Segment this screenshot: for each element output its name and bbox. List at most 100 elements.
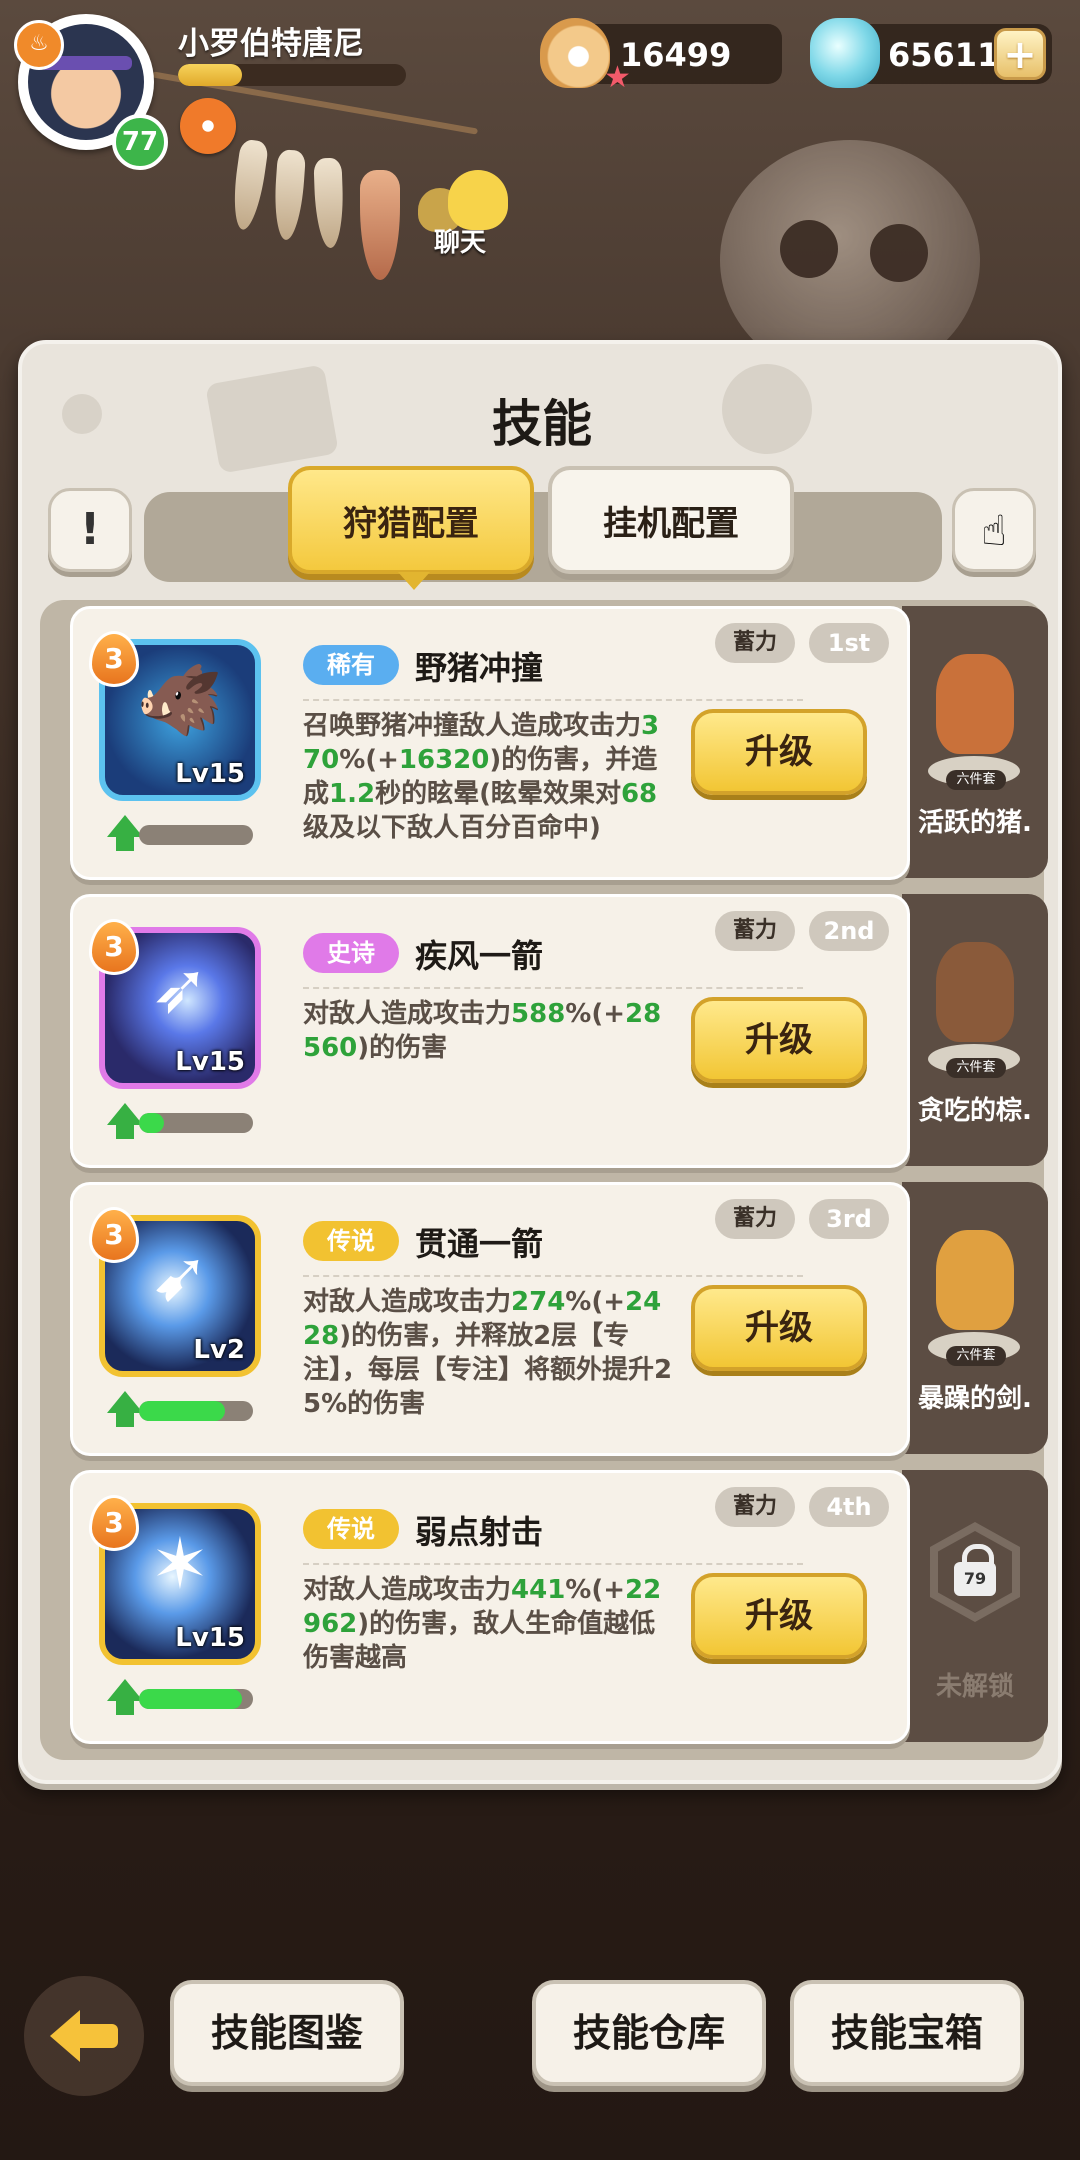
- player-name: 小罗伯特唐尼: [178, 26, 364, 62]
- skill-card[interactable]: ➹ Lv2 3 传说 贯通一箭 蓄力 3rd 对敌人造成攻击力274%(+2428)的伤害，并…: [70, 1182, 910, 1456]
- divider: [303, 987, 803, 989]
- tab-hunt-config[interactable]: 狩猎配置: [288, 466, 534, 590]
- rarity-badge: 传说: [303, 1509, 399, 1549]
- companion-figure: 六件套: [918, 1212, 1030, 1366]
- up-arrow-icon: [107, 1679, 143, 1701]
- desc-number: 16320: [398, 745, 490, 775]
- desc-text: 级及以下敌人百分百命中): [303, 813, 601, 843]
- skill-name: 疾风一箭: [415, 937, 544, 975]
- desc-text: )的伤害，并释放2层【专注】，每层【专注】将额外提升25%的伤害: [303, 1321, 673, 1419]
- skills-panel: 技能 ! 狩猎配置 挂机配置 ☝ 六件套 活跃的猪. 🐗 Lv15 3 稀有 野猪冲撞 蓄力 1…: [18, 340, 1062, 1784]
- up-arrow-stem: [116, 1699, 134, 1715]
- skill-level: Lv15: [175, 759, 245, 789]
- desc-number: 274: [511, 1287, 566, 1317]
- upgrade-button[interactable]: 升级: [691, 997, 867, 1083]
- plus-icon[interactable]: +: [994, 28, 1046, 80]
- skull-eye: [870, 224, 928, 282]
- rarity-badge: 史诗: [303, 933, 399, 973]
- upgrade-button[interactable]: 升级: [691, 709, 867, 795]
- upgrade-progress-bar: [139, 1689, 253, 1709]
- desc-text: 对敌人造成攻击力: [303, 1575, 512, 1605]
- desc-text: 秒的眩晕(眩晕效果对: [375, 779, 621, 809]
- rarity-badge: 稀有: [303, 645, 399, 685]
- upgrade-progress-bar: [139, 1113, 253, 1133]
- skill-codex-button[interactable]: 技能图鉴: [170, 1980, 404, 2086]
- desc-text: )的伤害: [357, 1033, 448, 1063]
- desc-text: 对敌人造成攻击力: [303, 1287, 512, 1317]
- upgrade-button[interactable]: 升级: [691, 1285, 867, 1371]
- charge-tag: 蓄力: [715, 1199, 795, 1239]
- figure-body: [936, 1230, 1014, 1330]
- companion-slot[interactable]: 六件套暴躁的剑.: [902, 1182, 1048, 1454]
- charge-tag: 蓄力: [715, 623, 795, 663]
- companion-slot[interactable]: 六件套 贪吃的棕.: [902, 894, 1048, 1166]
- skill-name: 野猪冲撞: [415, 649, 544, 687]
- skill-chest-button[interactable]: 技能宝箱: [790, 1980, 1024, 2086]
- back-arrow-stem: [78, 2024, 118, 2048]
- desc-text: 召唤野猪冲撞敌人造成攻击力: [303, 711, 642, 741]
- desc-text: %(+: [565, 1575, 626, 1605]
- tab-idle-config[interactable]: 挂机配置: [548, 466, 794, 574]
- companion-name: 暴躁的剑.: [918, 1384, 1032, 1414]
- charge-tag: 蓄力: [715, 1487, 795, 1527]
- xp-bar-fill: [178, 64, 242, 86]
- skill-card[interactable]: 🐗 Lv15 3 稀有 野猪冲撞 蓄力 1st 召唤野猪冲撞敌人造成攻击力370%(+1632…: [70, 606, 910, 880]
- player-level-badge: 77: [112, 114, 168, 170]
- up-arrow-stem: [116, 835, 134, 851]
- chat-ghost-front: [448, 170, 508, 230]
- lock-hexagon: 79: [930, 1522, 1020, 1622]
- page-title: 技能: [492, 395, 592, 453]
- claw-decoration: [228, 138, 270, 232]
- tab-track: [144, 492, 942, 582]
- skill-card[interactable]: ✶ Lv15 3 传说 弱点射击 蓄力 4th 对敌人造成攻击力441%(+22962)的伤害…: [70, 1470, 910, 1744]
- title-badge-icon[interactable]: [180, 98, 236, 154]
- skill-level: Lv15: [175, 1623, 245, 1653]
- order-tag: 2nd: [809, 911, 889, 951]
- skill-description: 对敌人造成攻击力588%(+28560)的伤害: [303, 997, 673, 1065]
- skill-name: 贯通一箭: [415, 1225, 544, 1263]
- set-tag: 六件套: [946, 770, 1006, 790]
- companion-figure: 六件套: [918, 636, 1030, 790]
- pearl-count: 16499: [620, 36, 732, 74]
- cloth-decoration: [360, 170, 400, 280]
- upgrade-progress-fill: [139, 1689, 242, 1709]
- up-arrow-icon: [107, 815, 143, 837]
- info-icon[interactable]: !: [48, 488, 132, 572]
- skill-storage-button[interactable]: 技能仓库: [532, 1980, 766, 2086]
- companion-slot[interactable]: 六件套 活跃的猪.: [902, 606, 1048, 878]
- skill-card[interactable]: ➶ Lv15 3 史诗 疾风一箭 蓄力 2nd 对敌人造成攻击力588%(+28560)的伤害…: [70, 894, 910, 1168]
- skill-description: 对敌人造成攻击力274%(+2428)的伤害，并释放2层【专注】，每层【专注】将…: [303, 1285, 673, 1421]
- desc-number: 68: [620, 779, 658, 809]
- companion-figure: 六件套: [918, 924, 1030, 1078]
- set-tag: 六件套: [946, 1058, 1006, 1078]
- claw-decoration: [271, 149, 307, 241]
- skill-level: Lv15: [175, 1047, 245, 1077]
- up-arrow-stem: [116, 1123, 134, 1139]
- chat-icon[interactable]: [418, 170, 508, 232]
- up-arrow-icon: [107, 1103, 143, 1125]
- back-arrow-icon: [50, 2010, 80, 2062]
- unlock-level: 79: [954, 1562, 996, 1596]
- divider: [303, 699, 803, 701]
- back-button[interactable]: [24, 1976, 144, 2096]
- upgrade-progress-bar: [139, 825, 253, 845]
- desc-text: 对敌人造成攻击力: [303, 999, 512, 1029]
- charge-tag: 蓄力: [715, 911, 795, 951]
- upgrade-progress-fill: [139, 1401, 225, 1421]
- desc-text: %(+: [565, 1287, 626, 1317]
- locked-companion-slot[interactable]: 79 未解锁: [902, 1470, 1048, 1742]
- chat-label[interactable]: 聊天: [434, 222, 486, 259]
- desc-text: %(+: [339, 745, 399, 775]
- desc-number: 441: [511, 1575, 566, 1605]
- order-tag: 3rd: [809, 1199, 889, 1239]
- upgrade-button[interactable]: 升级: [691, 1573, 867, 1659]
- desc-number: 1.2: [329, 779, 376, 809]
- order-tag: 1st: [809, 623, 889, 663]
- gem-icon: [810, 18, 880, 88]
- rarity-badge: 传说: [303, 1221, 399, 1261]
- player-avatar-area[interactable]: ♨ 77: [14, 14, 168, 170]
- pointer-hand-icon[interactable]: ☝: [952, 488, 1036, 572]
- flame-icon: ♨: [14, 20, 64, 70]
- skill-list: 六件套 活跃的猪. 🐗 Lv15 3 稀有 野猪冲撞 蓄力 1st 召唤野猪冲撞敌人造成攻击力37…: [40, 600, 1048, 1760]
- claw-decoration: [313, 157, 345, 249]
